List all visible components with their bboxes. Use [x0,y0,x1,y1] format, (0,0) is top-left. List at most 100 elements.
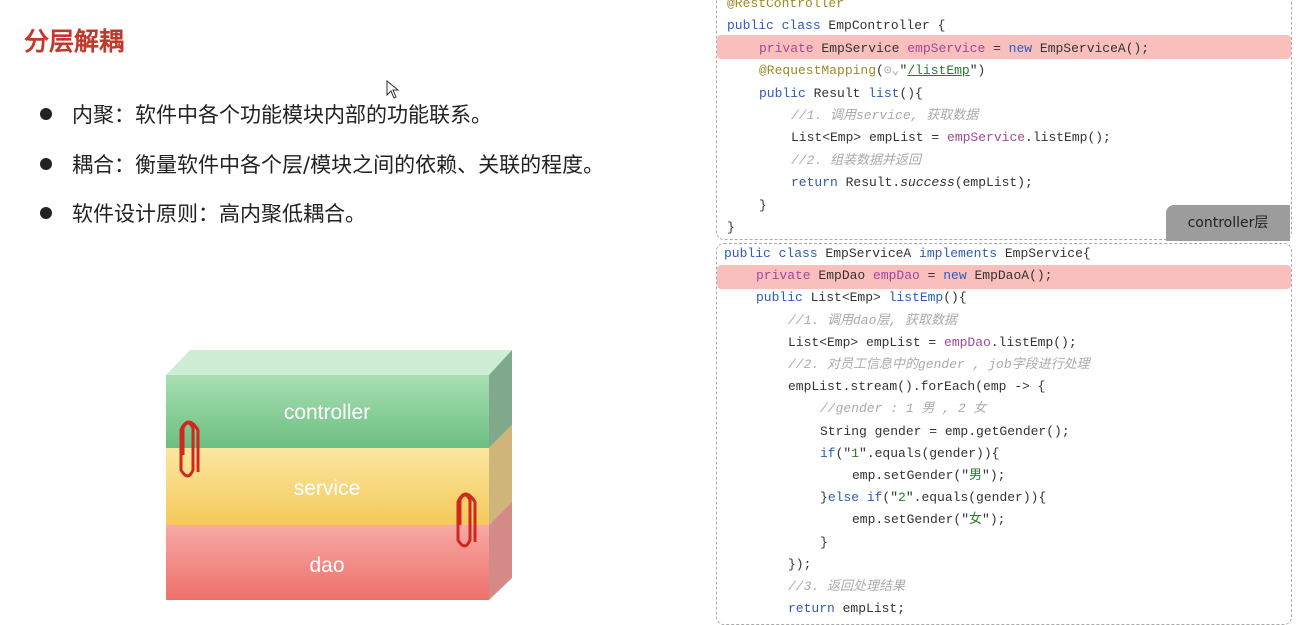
code-token: private [759,40,822,56]
code-line: //3. 返回处理结果 [717,576,1291,598]
code-token: public class [724,246,826,261]
code-token: empService [907,40,986,56]
code-token: ( [876,63,884,79]
code-line: public List<Emp> listEmp(){ [717,287,1291,309]
code-token: //gender : 1 男 , 2 女 [820,401,987,417]
code-token: .listEmp(); [990,334,1077,350]
bullet-text: 软件设计原则：高内聚低耦合。 [72,202,366,226]
code-token: (" [835,445,852,461]
code-token: List<Emp> empList = [788,334,945,350]
code-token: ") [969,63,986,79]
code-line: public class EmpController { [717,15,1291,37]
controller-code-panel: @RestController public class EmpControlle… [716,0,1292,240]
code-line: } [717,532,1291,554]
code-line: //2. 对员工信息中的gender , job字段进行处理 [717,354,1291,376]
code-token: success [900,175,955,191]
code-token: ⊙⌄ [883,63,900,79]
controller-layer-tag: controller层 [1166,205,1290,241]
code-token: EmpService [821,40,908,56]
code-token: //2. 组装数据并返回 [791,152,922,168]
layer-label-service: service [294,477,361,500]
code-token: empDao [944,334,991,350]
code-token: "); [982,468,1006,483]
code-token: @RestController [727,0,845,11]
code-token: List<Emp> [810,290,889,306]
code-token: empDao [873,268,920,284]
code-line: @RestController [717,0,1291,15]
bullet-text: 内聚：软件中各个功能模块内部的功能联系。 [72,103,492,127]
code-token: 女 [969,512,983,528]
code-token: EmpController { [828,18,946,34]
code-token: } [759,197,767,213]
code-token: new [1008,40,1040,56]
code-token: empService [947,130,1026,146]
code-token: } [820,490,828,506]
code-token: list [868,85,900,101]
code-line: String gender = emp.getGender(); [717,421,1291,443]
code-line: empList.stream().forEach(emp -> { [717,376,1291,398]
code-line: }else if("2".equals(gender)){ [717,487,1291,509]
code-token: listEmp [888,290,944,306]
code-token: new [943,268,975,284]
layer-label-controller: controller [284,401,370,424]
layer-diagram: controller service dao [166,350,512,600]
code-line: public class EmpServiceA implements EmpS… [717,244,1291,265]
code-line: private EmpService empService = new EmpS… [717,38,1291,60]
code-line: public Result list(){ [717,83,1291,105]
code-line: emp.setGender("女"); [717,509,1291,531]
code-line: private EmpDao empDao = new EmpDaoA(); [717,265,1291,287]
service-code-panel: public class EmpServiceA implements EmpS… [716,243,1292,625]
code-token: .listEmp(); [1025,130,1111,146]
code-line: List<Emp> empList = empDao.listEmp(); [717,332,1291,354]
code-token: private [756,268,819,284]
bullet-item: 耦合：衡量软件中各个层/模块之间的依赖、关联的程度。 [40,149,604,179]
mouse-cursor-icon [386,80,400,99]
code-token: EmpService{ [1004,246,1091,261]
bullet-dot-icon [40,158,52,170]
code-token: String gender = emp.getGender(); [820,423,1070,439]
code-token: public class [727,18,829,34]
code-token: (){ [899,85,923,101]
layer-label-dao: dao [309,554,344,577]
code-token: emp.setGender(" [852,468,970,483]
code-token: public [756,290,811,306]
code-line: @RequestMapping(⊙⌄"/listEmp") [717,60,1291,82]
code-token: public [759,85,814,101]
code-token: Result. [845,175,901,191]
code-line: //1. 调用dao层, 获取数据 [717,310,1291,332]
code-token: //2. 对员工信息中的gender , job字段进行处理 [788,357,1090,372]
code-token: = [919,268,944,284]
code-line: if("1".equals(gender)){ [717,443,1291,465]
code-token: //1. 调用service, 获取数据 [791,108,979,123]
code-token: EmpDao [818,268,874,284]
bullet-text: 耦合：衡量软件中各个层/模块之间的依赖、关联的程度。 [72,153,605,177]
code-token: = [985,40,1009,56]
code-token: (" [882,490,899,506]
bullet-item: 软件设计原则：高内聚低耦合。 [40,198,366,228]
code-token: List<Emp> empList = [791,130,948,146]
code-token: emp.setGender(" [852,512,970,528]
code-token: ".equals(gender)){ [905,490,1047,506]
code-token: else if [827,490,883,506]
slide-title: 分层解耦 [24,27,125,56]
code-token: (){ [943,290,967,306]
code-line: return Result.success(empList); [717,172,1291,194]
top-face [166,350,512,375]
code-token: return [788,601,843,617]
code-token: if [820,445,836,461]
code-line: return empList; [717,598,1291,620]
code-token: ".equals(gender)){ [859,445,1000,461]
code-line: emp.setGender("男"); [717,465,1291,487]
code-token: EmpDaoA(); [974,268,1053,284]
code-token: /listEmp [907,63,970,79]
code-token: 1 [851,445,860,461]
code-token: "); [982,512,1006,528]
bullet-dot-icon [40,207,52,219]
code-token: empList.stream().forEach(emp -> { [788,379,1046,395]
code-token: 2 [898,490,906,506]
code-token: (empList); [954,175,1033,191]
code-token: } [727,220,735,235]
code-token: //1. 调用dao层, 获取数据 [788,312,958,328]
code-token: } [820,534,828,550]
code-token: 男 [969,468,983,483]
